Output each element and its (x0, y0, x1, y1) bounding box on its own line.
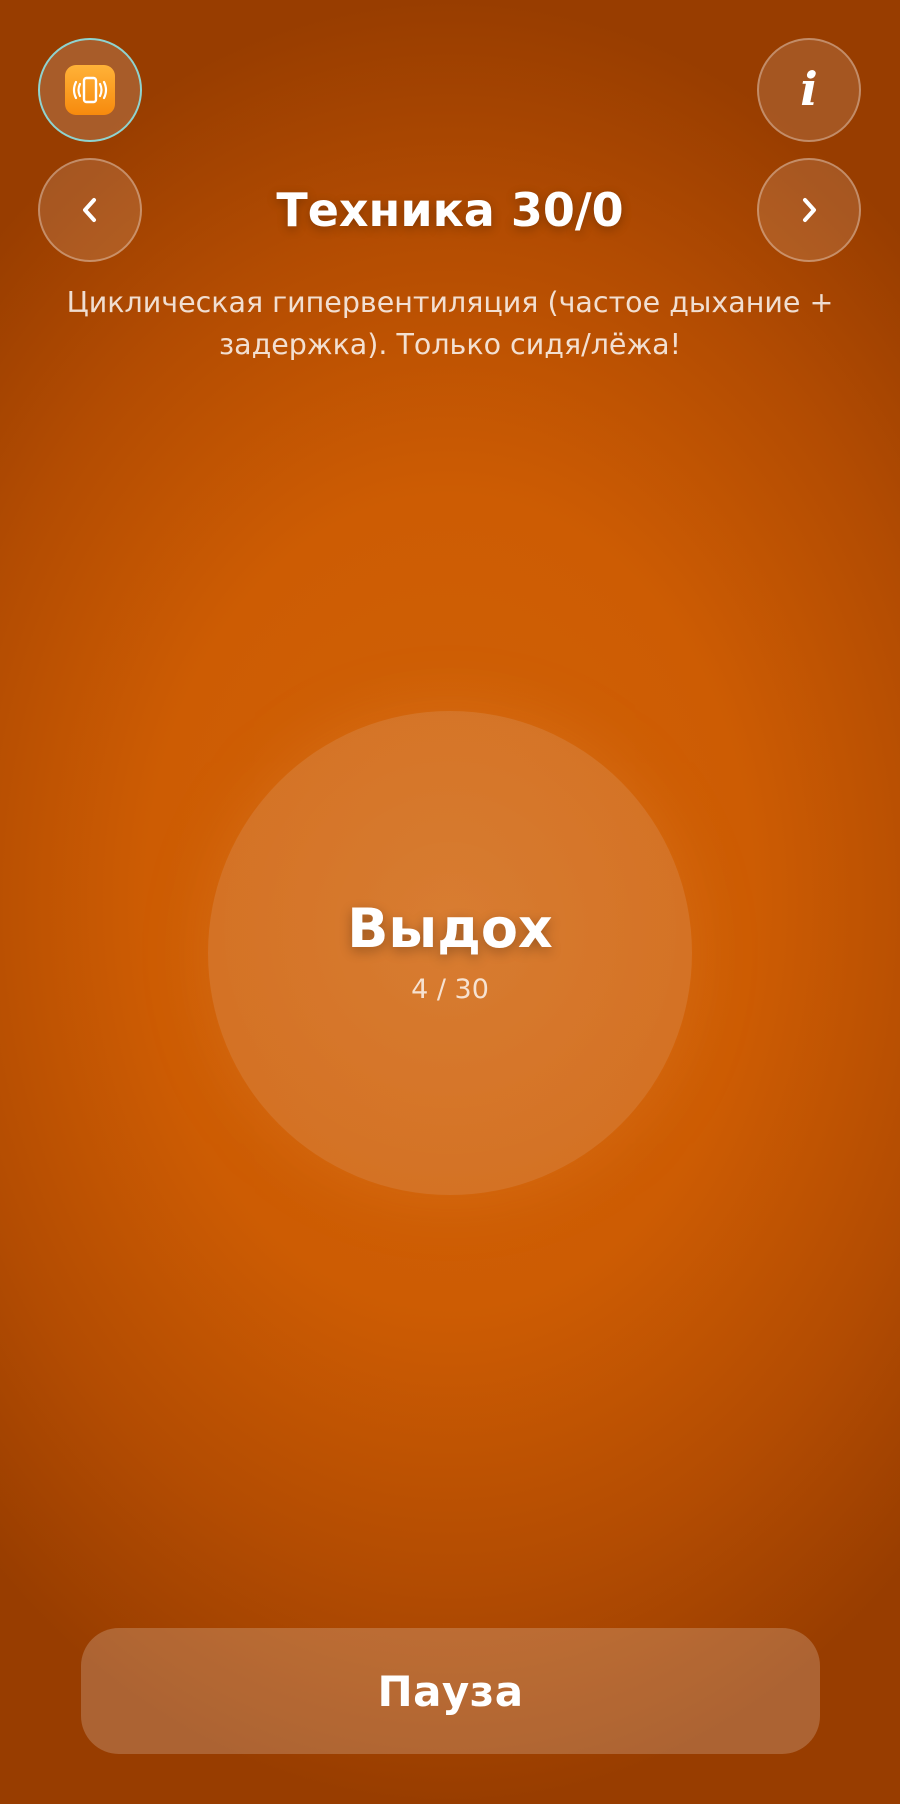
info-icon: i (800, 62, 818, 116)
breath-counter: 4 / 30 (411, 974, 489, 1005)
vibration-icon (65, 65, 115, 115)
chevron-right-icon (797, 195, 821, 225)
pause-button[interactable]: Пауза (81, 1628, 820, 1754)
breath-phase-label: Выдох (347, 897, 553, 960)
vibration-toggle-button[interactable] (38, 38, 142, 142)
technique-description: Циклическая гипервентиляция (частое дыха… (66, 286, 834, 361)
pause-button-label: Пауза (377, 1666, 524, 1716)
next-technique-button[interactable] (757, 158, 861, 262)
chevron-left-icon (78, 195, 102, 225)
technique-title: Техника 30/0 (276, 183, 624, 237)
info-button[interactable]: i (757, 38, 861, 142)
previous-technique-button[interactable] (38, 158, 142, 262)
